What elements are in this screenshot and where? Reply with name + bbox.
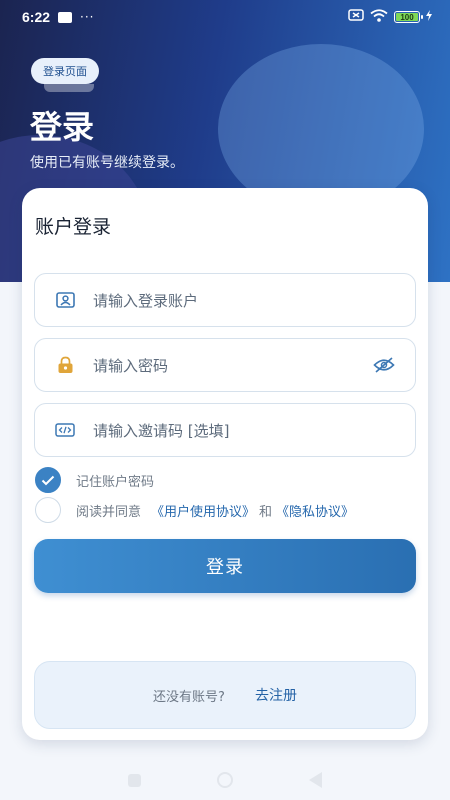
agreement-prefix: 阅读并同意: [76, 504, 142, 520]
register-link[interactable]: 去注册: [255, 685, 297, 705]
invite-input[interactable]: 请输入邀请码 [选填]: [93, 420, 395, 441]
remember-row: 记住账户密码: [35, 467, 154, 493]
more-notifications-icon: ···: [80, 10, 95, 24]
form-title: 账户登录: [35, 216, 112, 238]
wifi-icon: [370, 8, 388, 26]
password-field[interactable]: 请输入密码: [34, 338, 416, 392]
page-tag-shadow: [44, 84, 94, 92]
lock-icon: [55, 355, 75, 375]
back-icon[interactable]: [309, 772, 322, 788]
account-field[interactable]: 请输入登录账户: [34, 273, 416, 327]
agreement-row: 阅读并同意 《用户使用协议》 和 《隐私协议》: [35, 497, 356, 523]
id-card-icon: [55, 290, 75, 310]
page-title: 登录: [30, 108, 95, 146]
privacy-agreement-link[interactable]: 《隐私协议》: [276, 501, 354, 520]
remember-label: 记住账户密码: [76, 474, 155, 490]
battery-level: 100: [400, 12, 414, 22]
status-bar: 6:22 ··· 100: [0, 0, 450, 34]
register-hint: 还没有账号?: [153, 689, 225, 705]
account-input[interactable]: 请输入登录账户: [93, 290, 395, 311]
login-card: 账户登录 请输入登录账户 请输入密码 请输入邀请码 [选填] 记住账户密码 阅读…: [22, 188, 428, 740]
password-input[interactable]: 请输入密码: [93, 355, 373, 376]
agreement-checkbox[interactable]: [35, 497, 61, 523]
check-icon: [41, 475, 55, 485]
system-nav-bar: [0, 760, 450, 800]
agreement-and: 和: [259, 504, 273, 520]
login-button[interactable]: 登录: [34, 539, 416, 593]
charging-icon: [426, 9, 432, 25]
code-icon: [55, 420, 75, 440]
page-tag: 登录页面: [31, 58, 99, 84]
battery-icon: 100: [394, 11, 423, 23]
user-agreement-link[interactable]: 《用户使用协议》: [151, 501, 255, 520]
status-time: 6:22: [22, 9, 51, 25]
notification-app-icon: [58, 11, 73, 23]
home-icon[interactable]: [217, 772, 233, 788]
page-subtitle: 使用已有账号继续登录。: [30, 155, 184, 171]
eye-off-icon[interactable]: [373, 355, 395, 375]
recents-icon[interactable]: [128, 773, 141, 787]
invite-field[interactable]: 请输入邀请码 [选填]: [34, 403, 416, 457]
remember-checkbox[interactable]: [35, 467, 61, 493]
sim-off-icon: [348, 9, 364, 25]
register-box: 还没有账号? 去注册: [34, 661, 416, 729]
